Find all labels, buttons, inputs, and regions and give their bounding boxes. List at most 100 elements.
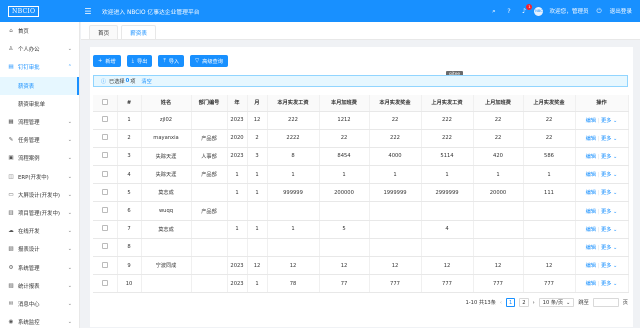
table-row[interactable]: 4 失踪天涯 产品部 1 1 1 1 1 1 1 1 编辑 | 更多 ⌄ (93, 165, 629, 185)
more-dropdown[interactable]: 更多 ⌄ (601, 227, 617, 233)
more-dropdown[interactable]: 更多 ⌄ (601, 281, 617, 287)
page-2-button[interactable]: 2 (519, 298, 529, 307)
sidebar-item-stats[interactable]: ▨ 统计报表 ⌄ (0, 277, 79, 295)
row-checkbox-cell[interactable] (93, 220, 118, 239)
sidebar-item-task[interactable]: ✎ 任务管理 ⌄ (0, 131, 79, 149)
page-1-button[interactable]: 1 (505, 298, 516, 307)
more-dropdown[interactable]: 更多 ⌄ (601, 209, 617, 215)
edit-link[interactable]: 编辑 (586, 227, 596, 233)
chevron-down-icon: ⌄ (611, 153, 618, 160)
edit-link[interactable]: 编辑 (586, 172, 596, 178)
table-row[interactable]: 10 2023 1 78 77 777 777 777 777 编辑 | 更多 ⌄ (93, 274, 629, 294)
more-dropdown[interactable]: 更多 ⌄ (601, 245, 617, 251)
more-dropdown[interactable]: 更多 ⌄ (601, 190, 617, 196)
row-checkbox-cell[interactable] (93, 111, 118, 130)
row-checkbox-cell[interactable] (93, 183, 118, 203)
edit-link[interactable]: 编辑 (586, 190, 596, 196)
edit-link[interactable]: 编辑 (586, 118, 596, 124)
table-cell: 产品部 (191, 201, 228, 221)
advanced-query-button[interactable]: ▽ 高级查询 (190, 55, 228, 67)
import-button[interactable]: ⤒ 导入 (158, 55, 185, 67)
edit-link[interactable]: 编辑 (586, 263, 596, 269)
more-dropdown[interactable]: 更多 ⌄ (601, 154, 617, 160)
logout-link[interactable]: 退出登录 (610, 7, 632, 15)
export-button[interactable]: ⤓ 导出 (126, 55, 153, 67)
next-page-icon[interactable]: › (533, 300, 535, 306)
edit-link[interactable]: 编辑 (586, 281, 596, 287)
prev-page-icon[interactable]: ‹ (500, 300, 502, 306)
row-checkbox[interactable] (101, 207, 108, 214)
sidebar-item-online-dev[interactable]: ☁ 在线开发 ⌄ (0, 222, 79, 240)
row-checkbox[interactable] (101, 170, 108, 177)
edit-link[interactable]: 编辑 (586, 136, 596, 142)
sidebar-item-system[interactable]: ⚙ 系统管理 ⌄ (0, 258, 79, 276)
logo[interactable]: NBCIO (0, 0, 80, 22)
row-checkbox[interactable] (101, 188, 108, 195)
row-checkbox-cell[interactable] (93, 147, 118, 167)
row-checkbox-cell[interactable] (93, 256, 118, 276)
table-cell: 5 (117, 183, 142, 203)
row-checkbox-cell[interactable] (93, 238, 118, 258)
help-icon[interactable]: ? (504, 7, 513, 16)
table-cell: 产品部 (191, 165, 228, 185)
sidebar-item-label: 项目管理(开发中) (18, 210, 60, 217)
table-row[interactable]: 3 失踪天涯 人事部 2023 3 8 8454 4000 5114 420 586 编辑 | 更多 … (93, 147, 629, 167)
menu-toggle-icon[interactable]: ☰ (80, 7, 96, 16)
clear-selection-link[interactable]: 清空 (141, 78, 151, 85)
sidebar-item-label: 任务管理 (18, 138, 40, 145)
search-icon[interactable]: ⌕ (489, 7, 498, 16)
sidebar-item-home[interactable]: ⌂ 首页 (0, 22, 79, 40)
row-checkbox-cell[interactable] (93, 165, 118, 185)
more-dropdown[interactable]: 更多 ⌄ (601, 263, 617, 269)
sidebar-item-monitor[interactable]: ◉ 系统监控 ⌄ (0, 313, 79, 328)
edit-link[interactable]: 编辑 (586, 154, 596, 160)
row-checkbox[interactable] (101, 279, 108, 286)
user-greeting[interactable]: 欢迎您，管理员 (549, 7, 588, 15)
add-button[interactable]: + 新增 (93, 55, 121, 67)
table-row[interactable]: 5 莫志成 1 1 999999 200000 1999999 2999999 20000 111… (93, 183, 629, 203)
table-row[interactable]: 9 宁波同成 2023 12 12 12 12 12 12 12 编辑 | 更多 ⌄ (93, 256, 629, 276)
sidebar-sub-salary-approval[interactable]: 薪资审批单 (0, 95, 79, 113)
monitor-icon: ◉ (8, 319, 14, 326)
row-checkbox[interactable] (101, 152, 108, 159)
edit-link[interactable]: 编辑 (586, 209, 596, 215)
jump-page-input[interactable] (592, 298, 619, 307)
logout-icon[interactable]: ⏻ (595, 7, 604, 16)
sidebar-item-report-design[interactable]: ▧ 报表设计 ⌄ (0, 240, 79, 258)
row-checkbox[interactable] (101, 134, 108, 141)
sidebar-sub-salary[interactable]: 薪资表 (0, 76, 79, 95)
avatar[interactable]: NBC (534, 6, 544, 16)
row-checkbox[interactable] (101, 243, 108, 250)
table-row[interactable]: 7 莫志成 1 1 1 5 4 编辑 | 更多 ⌄ (93, 220, 629, 239)
sidebar-item-message[interactable]: ✉ 消息中心 ⌄ (0, 295, 79, 313)
sidebar-item-dingtalk[interactable]: ▤ 钉钉审批 ⌃ (0, 58, 79, 76)
sidebar-item-project[interactable]: ▥ 项目管理(开发中) ⌄ (0, 204, 79, 222)
sidebar-item-personal[interactable]: ♙ 个人办公 ⌄ (0, 40, 79, 58)
row-checkbox-cell[interactable] (93, 274, 118, 294)
table-cell: 1 (227, 165, 248, 185)
sidebar-item-flow[interactable]: ▦ 流程管理 ⌄ (0, 113, 79, 131)
bell-icon[interactable]: ♪ 1 (519, 3, 533, 16)
table-row[interactable]: 6 wuqq 产品部 编辑 | 更多 ⌄ (93, 201, 629, 221)
sidebar-item-case[interactable]: ▣ 流程案例 ⌄ (0, 149, 79, 167)
tab-home[interactable]: 首页 (89, 25, 119, 39)
table-cell: 7 (117, 220, 142, 239)
more-dropdown[interactable]: 更多 ⌄ (601, 118, 617, 124)
select-all-checkbox[interactable] (101, 98, 108, 105)
more-dropdown[interactable]: 更多 ⌄ (601, 172, 617, 178)
tab-salary[interactable]: 薪资表 (121, 25, 156, 39)
table-row[interactable]: 1 zjl02 2023 12 222 1212 22 222 22 22 编辑 | 更多 ⌄ (93, 111, 629, 130)
row-checkbox-cell[interactable] (93, 201, 118, 221)
row-checkbox[interactable] (101, 225, 108, 232)
row-checkbox-cell[interactable] (93, 129, 118, 148)
sidebar-item-screen[interactable]: ▭ 大屏设计(开发中) ⌄ (0, 186, 79, 204)
more-dropdown[interactable]: 更多 ⌄ (601, 136, 617, 142)
select-all-checkbox-cell[interactable] (93, 95, 118, 112)
page-size-select[interactable]: 10 条/页 ⌄ (538, 298, 575, 307)
row-checkbox[interactable] (101, 261, 108, 268)
table-row[interactable]: 8 编辑 | 更多 ⌄ (93, 238, 629, 258)
row-checkbox[interactable] (101, 116, 108, 123)
edit-link[interactable]: 编辑 (586, 245, 596, 251)
sidebar-item-erp[interactable]: ◫ ERP(开发中) ⌄ (0, 168, 79, 186)
table-row[interactable]: 2 mayanxia 产品部 2020 2 2222 22 222 222 22 22 编辑 | 更多… (93, 129, 629, 148)
